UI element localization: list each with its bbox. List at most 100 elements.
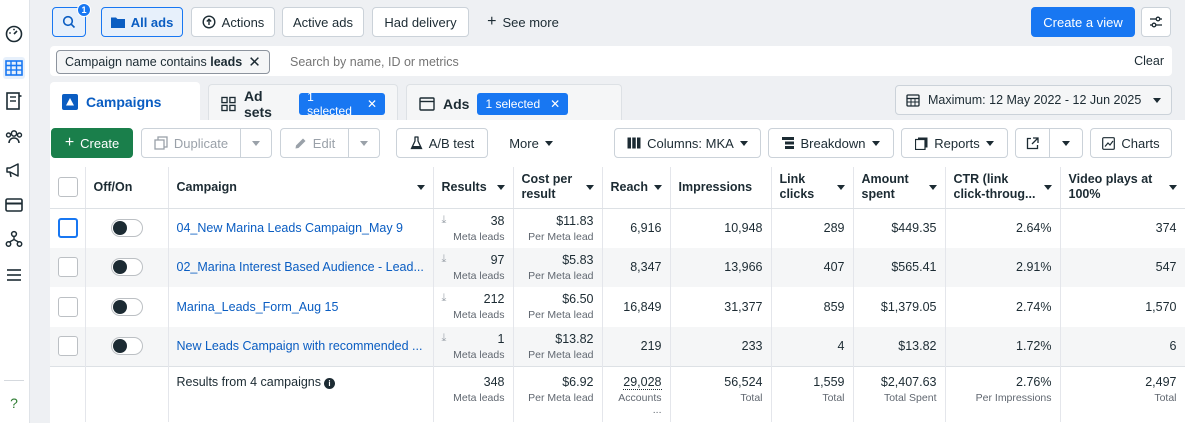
chevron-down-icon <box>496 185 505 190</box>
results-cell: ⤓ 97 Meta leads <box>433 247 514 287</box>
summary-ctr-sub: Per Impressions <box>975 391 1052 404</box>
ctr-cell: 2.91% <box>945 247 1061 287</box>
campaign-header[interactable]: Campaign <box>168 167 434 209</box>
tab-adsets[interactable]: Ad sets 1 selected ✕ <box>208 84 398 122</box>
adsets-selected-pill[interactable]: 1 selected ✕ <box>299 90 385 118</box>
campaign-name-link[interactable]: Marina_Leads_Form_Aug 15 <box>177 300 425 314</box>
edit-dropdown[interactable] <box>348 128 380 158</box>
impressions-header[interactable]: Impressions <box>670 167 772 209</box>
see-more-button[interactable]: + See more <box>478 7 568 37</box>
close-icon[interactable]: ✕ <box>248 53 261 71</box>
help-icon[interactable]: ? <box>5 394 23 412</box>
had-delivery-button[interactable]: Had delivery <box>372 7 469 37</box>
link-clicks-header[interactable]: Link clicks <box>771 167 854 209</box>
clear-filters-link[interactable]: Clear <box>1134 54 1164 68</box>
breakdown-dropdown[interactable]: Breakdown <box>768 128 894 158</box>
duplicate-label: Duplicate <box>173 135 229 151</box>
create-label: Create <box>80 135 120 151</box>
info-icon[interactable]: i <box>324 377 336 389</box>
campaigns-table-icon[interactable] <box>3 57 25 79</box>
export-button[interactable] <box>1015 128 1050 158</box>
link-clicks-header-label: Link clicks <box>779 172 815 202</box>
reports-dropdown[interactable]: Reports <box>901 128 1008 158</box>
campaign-name-link[interactable]: 02_Marina Interest Based Audience - Lead… <box>177 260 425 274</box>
row-checkbox[interactable] <box>58 257 78 278</box>
search-input[interactable] <box>290 50 890 74</box>
video-plays-cell: 6 <box>1060 326 1185 366</box>
cost-per-result-header[interactable]: Cost per result <box>513 167 603 209</box>
ab-test-button[interactable]: A/B test <box>396 128 488 158</box>
audiences-people-icon[interactable] <box>3 126 25 148</box>
active-ads-button[interactable]: Active ads <box>282 7 364 37</box>
summary-reach-value[interactable]: 29,028 <box>623 374 662 390</box>
reach-header[interactable]: Reach <box>602 167 671 209</box>
billing-card-icon[interactable] <box>3 194 25 216</box>
dashboard-gauge-icon[interactable] <box>3 22 25 44</box>
campaign-flag-icon <box>62 94 78 110</box>
amount-spent-header[interactable]: Amount spent <box>853 167 946 209</box>
link-clicks-cell: 4 <box>771 326 854 366</box>
tab-ads[interactable]: Ads 1 selected ✕ <box>406 84 622 122</box>
search-filter-button[interactable]: 1 <box>52 3 91 37</box>
pages-book-icon[interactable] <box>3 90 25 112</box>
all-ads-button[interactable]: All ads <box>101 7 183 37</box>
create-button[interactable]: + Create <box>51 128 133 158</box>
cost-value: $5.83 <box>562 252 594 267</box>
campaign-cell: New Leads Campaign with recommended ... <box>168 326 434 366</box>
amount-spent-cell: $565.41 <box>853 247 946 287</box>
row-checkbox-cell <box>50 326 86 366</box>
offon-header[interactable]: Off/On <box>85 167 169 209</box>
chevron-down-icon <box>653 185 662 190</box>
duplicate-button[interactable]: Duplicate <box>141 128 241 158</box>
view-settings-button[interactable] <box>1141 7 1171 37</box>
left-nav-rail: ? <box>0 0 30 423</box>
charts-button[interactable]: Charts <box>1090 128 1172 158</box>
all-tools-menu-icon[interactable] <box>3 264 25 286</box>
video-plays-header[interactable]: Video plays at 100% <box>1060 167 1185 209</box>
level-tabs: Campaigns Ad sets 1 selected ✕ Ads 1 sele… <box>50 82 1184 122</box>
close-icon[interactable]: ✕ <box>367 97 377 111</box>
table-row[interactable]: Marina_Leads_Form_Aug 15 ⤓ 212 Meta leads … <box>50 287 1185 327</box>
campaign-toggle[interactable] <box>110 337 143 355</box>
select-all-checkbox[interactable] <box>58 177 78 198</box>
export-dropdown[interactable] <box>1049 128 1083 158</box>
ctr-header[interactable]: CTR (link click-throug... <box>945 167 1061 209</box>
tab-campaigns[interactable]: Campaigns <box>50 82 200 122</box>
row-checkbox[interactable] <box>58 296 78 317</box>
reach-header-label: Reach <box>610 179 649 194</box>
summary-spent-sub: Total Spent <box>883 391 937 404</box>
columns-dropdown[interactable]: Columns: MKA <box>614 128 761 158</box>
results-cell: ⤓ 1 Meta leads <box>433 326 514 366</box>
date-range-picker[interactable]: Maximum: 12 May 2022 - 12 Jun 2025 <box>895 85 1172 115</box>
campaign-toggle[interactable] <box>110 219 143 237</box>
chevron-down-icon <box>1153 97 1161 103</box>
filter-count-badge: 1 <box>77 3 91 17</box>
business-network-icon[interactable] <box>3 228 25 250</box>
summary-video-cell: 2,497 Total <box>1060 365 1185 422</box>
results-sub: Meta leads <box>453 230 505 243</box>
close-icon[interactable]: ✕ <box>550 97 560 111</box>
campaign-name-link[interactable]: New Leads Campaign with recommended ... <box>177 339 425 353</box>
table-row[interactable]: 02_Marina Interest Based Audience - Lead… <box>50 247 1185 287</box>
amount-spent-cell: $13.82 <box>853 326 946 366</box>
impressions-header-label: Impressions <box>678 179 753 194</box>
ads-selected-pill[interactable]: 1 selected ✕ <box>477 92 569 115</box>
duplicate-dropdown[interactable] <box>240 128 272 158</box>
results-header[interactable]: Results <box>433 167 514 209</box>
row-checkbox[interactable] <box>58 218 78 238</box>
ads-selected-label: 1 selected <box>485 96 541 111</box>
campaign-name-link[interactable]: 04_New Marina Leads Campaign_May 9 <box>177 221 425 235</box>
more-dropdown[interactable]: More <box>496 128 566 158</box>
edit-button[interactable]: Edit <box>280 128 349 158</box>
campaign-toggle[interactable] <box>110 297 143 316</box>
table-row[interactable]: 04_New Marina Leads Campaign_May 9 ⤓ 38 Me… <box>50 208 1185 248</box>
table-row[interactable]: New Leads Campaign with recommended ... … <box>50 326 1185 366</box>
ads-megaphone-icon[interactable] <box>3 159 25 181</box>
create-view-button[interactable]: Create a view <box>1031 7 1135 37</box>
actions-button[interactable]: Actions <box>191 7 275 37</box>
row-checkbox[interactable] <box>58 336 78 356</box>
create-view-label: Create a view <box>1043 14 1123 30</box>
had-delivery-label: Had delivery <box>384 14 457 30</box>
campaign-name-filter-chip[interactable]: Campaign name contains leads ✕ <box>56 50 270 74</box>
campaign-toggle[interactable] <box>110 258 143 277</box>
